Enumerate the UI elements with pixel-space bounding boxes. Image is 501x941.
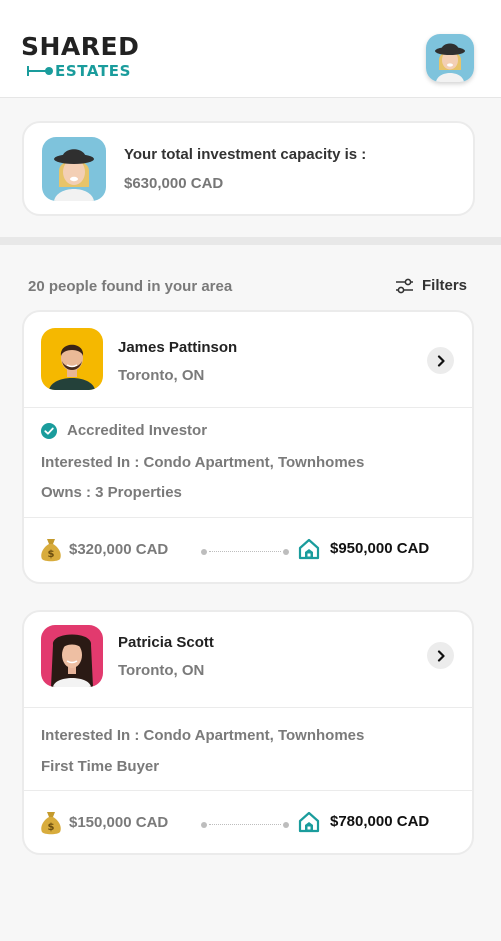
investment-max: $780,000 CAD [330,813,430,830]
svg-text:$: $ [48,549,55,560]
section-divider [0,237,501,245]
capacity-label: Your total investment capacity is : [124,146,367,163]
logo-wordmark-top: SHARED [21,32,140,61]
view-person-button[interactable] [427,642,454,669]
range-connector [201,549,289,555]
investment-min: $150,000 CAD [69,814,169,831]
user-avatar-icon [426,34,474,82]
person-card-header: Patricia Scott Toronto, ON [24,612,472,708]
results-count: 20 people found in your area [28,278,233,295]
app-header: SHARED ESTATES [0,0,501,98]
capacity-avatar [42,137,106,201]
person-card-details: Accredited Investor Interested In : Cond… [24,408,472,518]
person-card-range: $ $150,000 CAD $780,000 CAD [24,791,472,857]
interested-in: Interested In : Condo Apartment, Townhom… [41,727,365,744]
interested-in: Interested In : Condo Apartment, Townhom… [41,454,365,471]
filters-icon [396,278,413,293]
profile-avatar-button[interactable] [426,34,474,82]
investment-min: $320,000 CAD [69,541,169,558]
money-bag-icon: $ [41,539,61,562]
badge-label: Accredited Investor [67,422,208,439]
person-name: Patricia Scott [118,634,214,651]
capacity-value: $630,000 CAD [124,175,224,192]
check-circle-icon [41,422,57,439]
view-person-button[interactable] [427,347,454,374]
owns-properties: Owns : 3 Properties [41,484,182,501]
person-location: Toronto, ON [118,662,205,679]
logo-wordmark-bottom: ESTATES [55,62,132,80]
svg-text:$: $ [48,822,55,833]
person-card-header: James Pattinson Toronto, ON [24,312,472,408]
person-avatar-icon [41,328,103,390]
logo-line-icon [21,64,53,78]
filters-button[interactable]: Filters [395,277,467,294]
shared-estates-logo[interactable]: SHARED ESTATES [21,32,140,81]
first-time-buyer: First Time Buyer [41,758,160,775]
house-icon [298,811,320,833]
person-avatar-icon [41,625,103,687]
money-bag-icon: $ [41,812,61,835]
person-name: James Pattinson [118,339,238,356]
person-card-range: $ $320,000 CAD $950,000 CAD [24,518,472,584]
investment-max: $950,000 CAD [330,540,430,557]
range-connector [201,822,289,828]
chevron-right-icon [437,649,445,662]
person-card[interactable]: James Pattinson Toronto, ON Accredited I… [22,310,474,584]
person-avatar [41,328,103,390]
accredited-badge: Accredited Investor [41,422,207,439]
chevron-right-icon [437,354,445,367]
house-icon [298,538,320,560]
person-avatar [41,625,103,687]
investment-capacity-card: Your total investment capacity is : $630… [22,121,475,216]
person-card-details: Interested In : Condo Apartment, Townhom… [24,708,472,791]
filters-label: Filters [422,277,468,294]
person-card[interactable]: Patricia Scott Toronto, ON Interested In… [22,610,474,855]
user-avatar-icon [42,137,106,201]
person-location: Toronto, ON [118,367,205,384]
